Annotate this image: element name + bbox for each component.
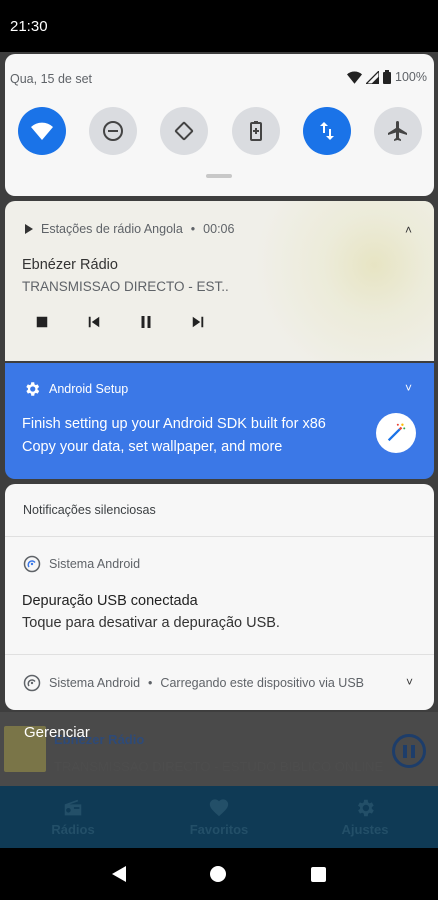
nav-tab-radios: Rádios: [0, 786, 146, 848]
n1-title: Depuração USB conectada: [22, 593, 198, 609]
home-icon[interactable]: [210, 866, 227, 882]
signal-icon: [366, 70, 380, 84]
silent-section-title: Notificações silenciosas: [23, 503, 156, 517]
stop-icon[interactable]: [33, 313, 51, 331]
n2-text: Carregando este dispositivo via USB: [160, 676, 364, 690]
recents-icon[interactable]: [310, 866, 326, 882]
nav-tab-ajustes: Ajustes: [292, 786, 438, 848]
battery-icon: [383, 70, 392, 84]
mini-player-pause-icon: [392, 734, 426, 768]
battery-percent: 100%: [395, 70, 427, 84]
chevron-down-icon[interactable]: ˅: [405, 381, 412, 395]
media-header: Estações de rádio Angola • 00:06: [25, 222, 234, 236]
android-bug-icon: [23, 674, 41, 692]
do-not-disturb-tile[interactable]: [89, 107, 138, 155]
mobile-data-icon: [319, 122, 334, 140]
usb-charging-notification[interactable]: Sistema Android • Carregando este dispos…: [23, 674, 413, 692]
wifi-tile[interactable]: [18, 107, 66, 155]
media-elapsed: 00:06: [203, 222, 235, 236]
media-controls: [33, 313, 207, 331]
gear-icon: [358, 799, 374, 817]
heart-icon: [209, 799, 229, 817]
n1-app-name: Sistema Android: [49, 557, 141, 571]
wifi-icon: [31, 122, 53, 140]
n2-separator: •: [148, 676, 153, 690]
battery-saver-icon: [249, 121, 262, 141]
app-bottom-nav: Rádios Favoritos Ajustes: [0, 786, 438, 848]
pause-icon[interactable]: [137, 313, 155, 331]
silent-notifications: Notificações silenciosas Sistema Android…: [5, 484, 434, 710]
setup-text: Copy your data, set wallpaper, and more: [22, 439, 283, 455]
panel-drag-handle[interactable]: [206, 174, 232, 178]
back-icon[interactable]: [112, 866, 127, 882]
n2-app-name: Sistema Android: [49, 676, 141, 690]
play-icon: [25, 224, 33, 234]
do-not-disturb-icon: [103, 121, 124, 141]
media-artist: TRANSMISSAO DIRECTO - EST..: [22, 279, 229, 294]
android-bug-icon: [23, 555, 41, 573]
n1-text: Toque para desativar a depuração USB.: [22, 615, 280, 631]
setup-header: Android Setup: [23, 380, 128, 398]
setup-app-name: Android Setup: [49, 382, 129, 396]
manage-button[interactable]: Gerenciar: [24, 724, 90, 741]
battery-saver-tile[interactable]: [231, 107, 280, 155]
qs-tiles: [18, 107, 422, 155]
airplane-mode-icon: [387, 121, 407, 141]
chevron-down-icon[interactable]: ˅: [406, 675, 413, 689]
nav-tab-favoritos: Favoritos: [146, 786, 292, 848]
settings-gear-icon: [26, 382, 40, 396]
status-bar: 21:30: [0, 0, 438, 52]
magic-wand-icon: [376, 413, 416, 453]
usb-debugging-notification[interactable]: Sistema Android Depuração USB conectada …: [5, 537, 434, 653]
mobile-data-tile[interactable]: [302, 107, 351, 155]
qs-date: Qua, 15 de set: [10, 72, 93, 86]
media-title: Ebnézer Rádio: [22, 257, 118, 273]
system-indicators: 100%: [347, 70, 427, 84]
mini-player-subtitle: TRANSMISSAO DIRECTO - ESTUDO BIBLICO ONL…: [54, 759, 384, 774]
n1-header: Sistema Android: [23, 555, 140, 573]
radio-icon: [64, 799, 82, 816]
media-notification[interactable]: Estações de rádio Angola • 00:06 ˄ Ebnéz…: [5, 201, 434, 361]
system-nav-bar: [0, 848, 438, 900]
android-setup-notification[interactable]: Android Setup ˅ Finish setting up your A…: [5, 363, 434, 479]
quick-settings-panel: Qua, 15 de set 100%: [5, 54, 434, 196]
status-time: 21:30: [10, 18, 48, 35]
auto-rotate-tile[interactable]: [160, 107, 209, 155]
skip-previous-icon[interactable]: [85, 313, 103, 331]
auto-rotate-icon: [175, 121, 194, 141]
chevron-up-icon[interactable]: ˄: [405, 223, 412, 237]
skip-next-icon[interactable]: [189, 313, 207, 331]
airplane-mode-tile[interactable]: [373, 107, 422, 155]
wifi-status-icon: [347, 71, 363, 84]
media-app-name: Estações de rádio Angola: [41, 222, 183, 236]
setup-title: Finish setting up your Android SDK built…: [22, 416, 326, 432]
divider: [5, 654, 434, 655]
